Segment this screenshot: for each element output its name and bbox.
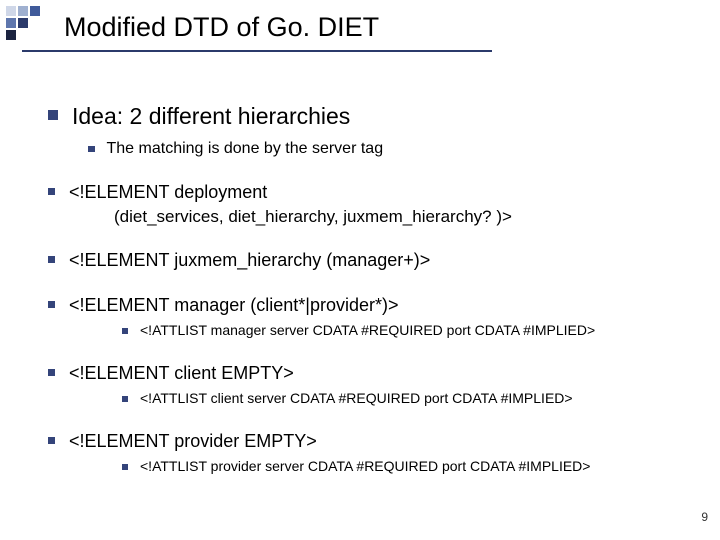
- element-decl: <!ELEMENT juxmem_hierarchy (manager+)>: [69, 249, 430, 272]
- square-bullet-icon: [48, 437, 55, 444]
- attlist-row: <!ATTLIST provider server CDATA #REQUIRE…: [122, 458, 690, 476]
- slide-body: Idea: 2 different hierarchies The matchi…: [48, 84, 690, 476]
- element-decl: <!ELEMENT deployment: [69, 181, 267, 204]
- title-underline: [22, 50, 492, 52]
- square-bullet-icon: [48, 110, 58, 120]
- deco-square: [6, 6, 16, 16]
- square-bullet-icon: [88, 146, 95, 153]
- square-bullet-icon: [48, 301, 55, 308]
- element-decl-row: <!ELEMENT deployment: [48, 181, 690, 204]
- square-bullet-icon: [122, 328, 128, 334]
- idea-heading-row: Idea: 2 different hierarchies: [48, 102, 690, 131]
- element-block: <!ELEMENT deployment (diet_services, die…: [48, 181, 690, 228]
- deco-square: [6, 18, 16, 28]
- element-decl-row: <!ELEMENT provider EMPTY>: [48, 430, 690, 453]
- square-bullet-icon: [48, 188, 55, 195]
- deco-square: [30, 6, 40, 16]
- idea-sub: The matching is done by the server tag: [107, 139, 384, 159]
- idea-heading: Idea: 2 different hierarchies: [72, 102, 350, 131]
- page-number: 9: [701, 510, 708, 524]
- element-decl-row: <!ELEMENT client EMPTY>: [48, 362, 690, 385]
- idea-sub-row: The matching is done by the server tag: [88, 139, 690, 159]
- square-bullet-icon: [48, 369, 55, 376]
- element-block: <!ELEMENT client EMPTY> <!ATTLIST client…: [48, 362, 690, 408]
- square-bullet-icon: [122, 396, 128, 402]
- attlist: <!ATTLIST manager server CDATA #REQUIRED…: [140, 322, 595, 340]
- element-content: (diet_services, diet_hierarchy, juxmem_h…: [114, 207, 690, 227]
- deco-square: [6, 30, 16, 40]
- corner-decoration: [0, 0, 42, 42]
- element-block: <!ELEMENT juxmem_hierarchy (manager+)>: [48, 249, 690, 272]
- attlist-row: <!ATTLIST manager server CDATA #REQUIRED…: [122, 322, 690, 340]
- attlist: <!ATTLIST provider server CDATA #REQUIRE…: [140, 458, 590, 476]
- element-decl-row: <!ELEMENT juxmem_hierarchy (manager+)>: [48, 249, 690, 272]
- deco-square: [18, 18, 28, 28]
- attlist: <!ATTLIST client server CDATA #REQUIRED …: [140, 390, 573, 408]
- slide-title: Modified DTD of Go. DIET: [0, 0, 720, 49]
- deco-square: [18, 6, 28, 16]
- element-block: <!ELEMENT manager (client*|provider*)> <…: [48, 294, 690, 340]
- element-block: <!ELEMENT provider EMPTY> <!ATTLIST prov…: [48, 430, 690, 476]
- element-decl: <!ELEMENT manager (client*|provider*)>: [69, 294, 398, 317]
- element-decl: <!ELEMENT client EMPTY>: [69, 362, 294, 385]
- idea-block: Idea: 2 different hierarchies The matchi…: [48, 102, 690, 159]
- attlist-row: <!ATTLIST client server CDATA #REQUIRED …: [122, 390, 690, 408]
- square-bullet-icon: [122, 464, 128, 470]
- element-decl: <!ELEMENT provider EMPTY>: [69, 430, 317, 453]
- square-bullet-icon: [48, 256, 55, 263]
- element-decl-row: <!ELEMENT manager (client*|provider*)>: [48, 294, 690, 317]
